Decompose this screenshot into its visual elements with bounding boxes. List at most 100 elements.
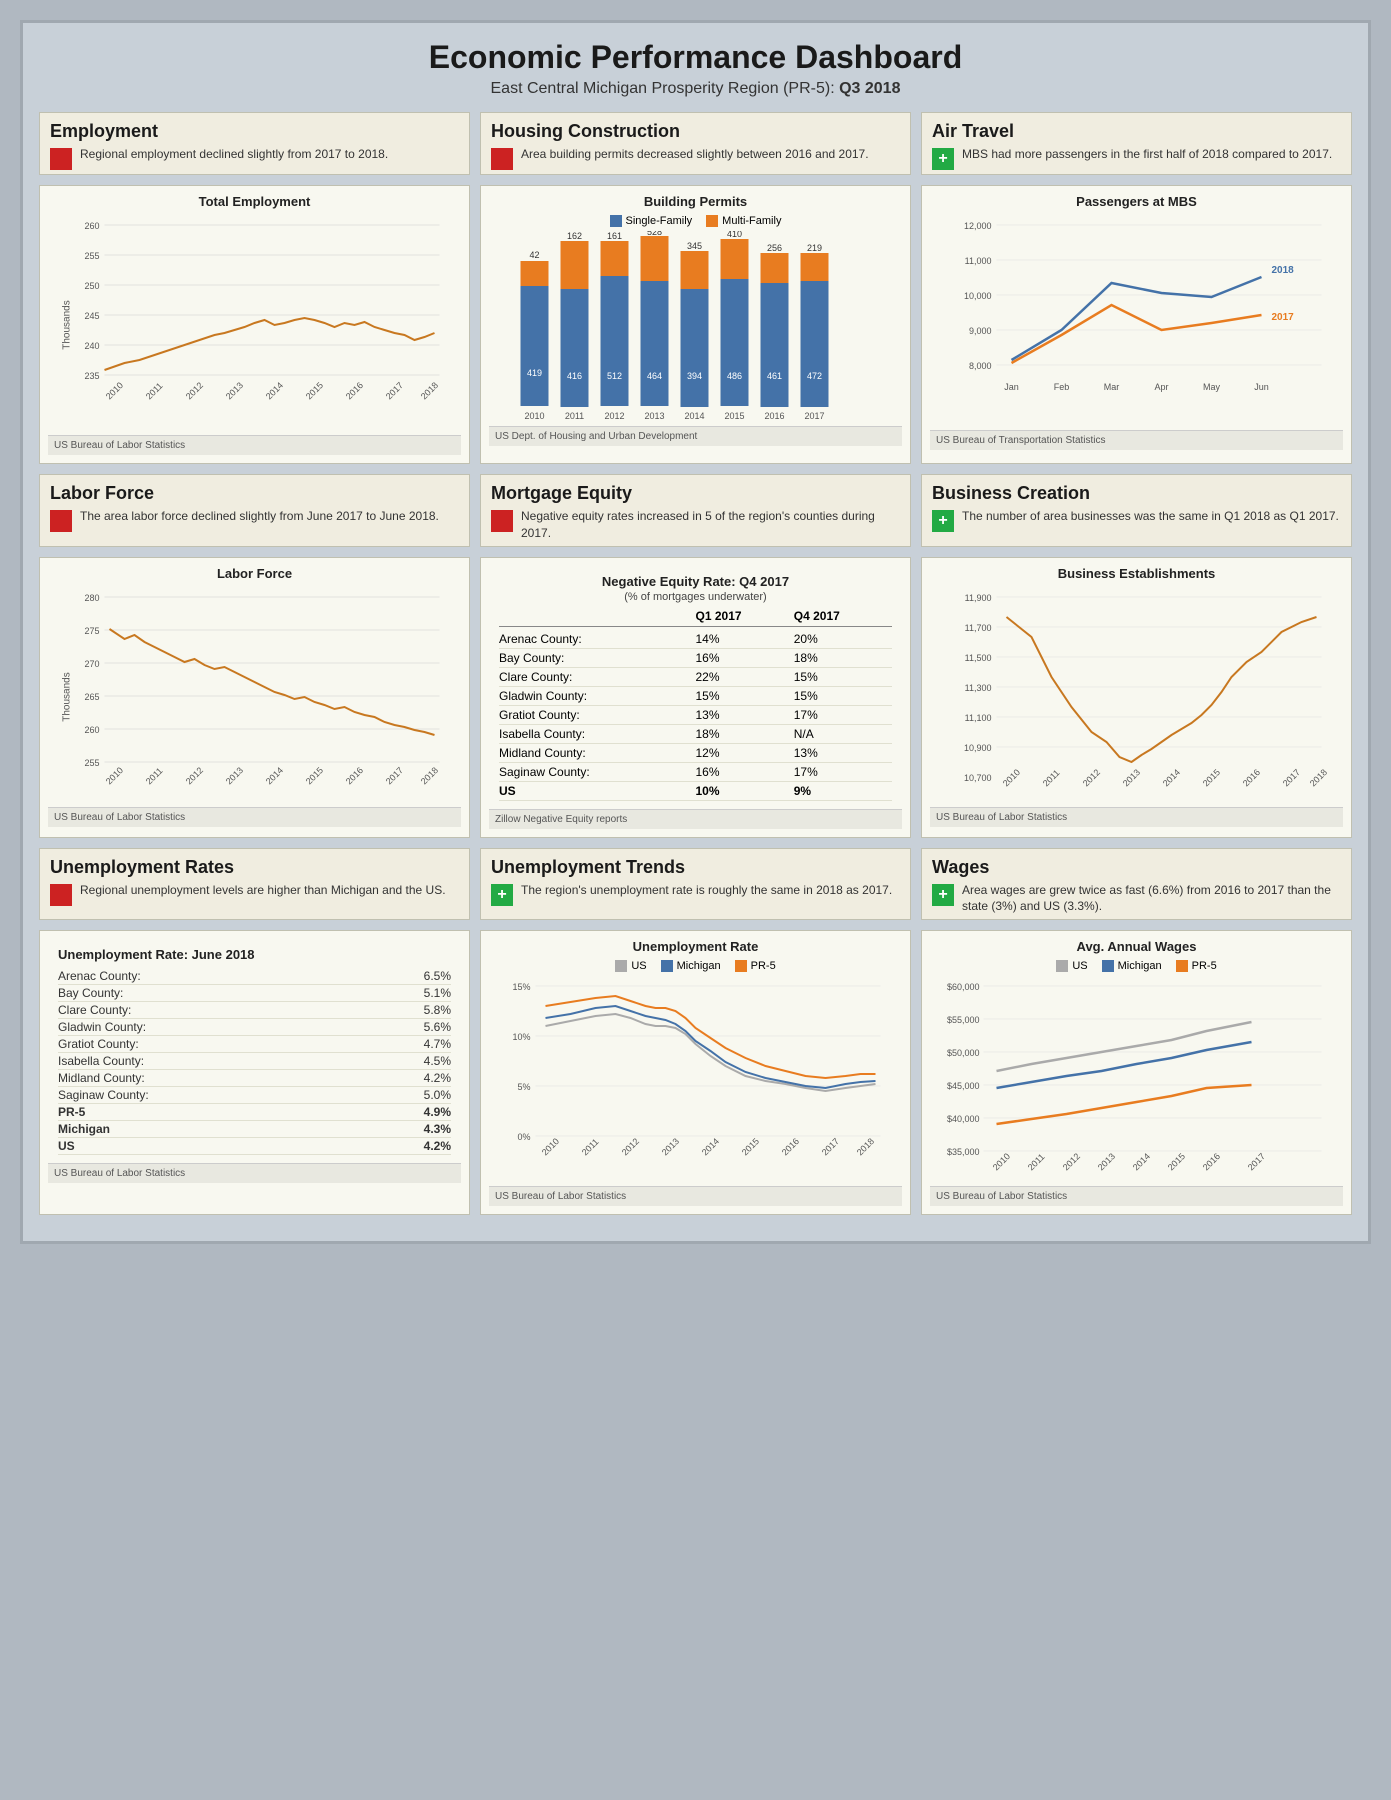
- equity-table-source: Zillow Negative Equity reports: [489, 809, 902, 829]
- wages-desc: Area wages are grew twice as fast (6.6%)…: [962, 882, 1341, 916]
- business-desc: The number of area businesses was the sa…: [962, 508, 1339, 525]
- employment-desc: Regional employment declined slightly fr…: [80, 146, 388, 163]
- svg-text:2011: 2011: [144, 765, 165, 786]
- wages-us-legend: US: [1056, 960, 1087, 972]
- wages-green-indicator: +: [932, 884, 954, 906]
- svg-text:255: 255: [84, 251, 99, 261]
- svg-text:419: 419: [527, 368, 542, 378]
- svg-text:May: May: [1203, 382, 1221, 392]
- employment-indicator-card: Employment Regional employment declined …: [39, 112, 470, 175]
- employment-indicator: Regional employment declined slightly fr…: [50, 146, 459, 170]
- svg-text:2016: 2016: [1201, 1151, 1222, 1172]
- mortgage-title: Mortgage Equity: [491, 483, 900, 504]
- employment-chart-title: Total Employment: [48, 194, 461, 209]
- equity-table: Negative Equity Rate: Q4 2017 (% of mort…: [489, 566, 902, 809]
- unemp-rates-desc: Regional unemployment levels are higher …: [80, 882, 446, 899]
- svg-text:2013: 2013: [224, 765, 245, 786]
- svg-text:Jun: Jun: [1254, 382, 1269, 392]
- svg-text:2010: 2010: [104, 380, 125, 401]
- svg-text:$40,000: $40,000: [947, 1114, 980, 1124]
- unemp-trends-indicator: + The region's unemployment rate is roug…: [491, 882, 900, 906]
- housing-card-header: Housing Construction Area building permi…: [481, 113, 910, 174]
- wages-chart: $60,000 $55,000 $50,000 $45,000 $40,000 …: [930, 976, 1343, 1186]
- business-card-header: Business Creation + The number of area b…: [922, 475, 1351, 536]
- wages-title: Wages: [932, 857, 1341, 878]
- svg-text:2013: 2013: [660, 1136, 681, 1157]
- svg-text:2013: 2013: [644, 411, 664, 421]
- svg-text:2016: 2016: [1241, 767, 1262, 788]
- svg-text:2014: 2014: [264, 765, 285, 786]
- unemp-trends-chart-card: Unemployment Rate US Michigan PR-5 15%: [480, 930, 911, 1215]
- row-1-charts: Total Employment Thousands 260 255 250 2…: [39, 185, 1352, 464]
- svg-text:$35,000: $35,000: [947, 1147, 980, 1157]
- housing-indicator-card: Housing Construction Area building permi…: [480, 112, 911, 175]
- svg-text:2018: 2018: [419, 765, 440, 786]
- business-green-indicator: +: [932, 510, 954, 532]
- wages-indicator-card: Wages + Area wages are grew twice as fas…: [921, 848, 1352, 921]
- dashboard: Economic Performance Dashboard East Cent…: [20, 20, 1371, 1244]
- unemp-row-pr5: PR-54.9%: [58, 1104, 451, 1121]
- svg-text:8,000: 8,000: [969, 361, 992, 371]
- single-family-color: [610, 215, 622, 227]
- air-travel-chart-card: Passengers at MBS 12,000 11,000 10,000 9…: [921, 185, 1352, 464]
- svg-text:Thousands: Thousands: [62, 300, 73, 349]
- svg-text:10,700: 10,700: [964, 773, 992, 783]
- equity-row-clare: Clare County: 22% 15%: [499, 668, 892, 687]
- equity-row-gladwin: Gladwin County: 15% 15%: [499, 687, 892, 706]
- equity-table-subtitle: (% of mortgages underwater): [499, 591, 892, 603]
- svg-text:9,000: 9,000: [969, 326, 992, 336]
- wages-us-color: [1056, 960, 1068, 972]
- housing-chart-card: Building Permits Single-Family Multi-Fam…: [480, 185, 911, 464]
- svg-text:275: 275: [84, 626, 99, 636]
- svg-text:11,500: 11,500: [965, 653, 992, 663]
- svg-text:416: 416: [567, 371, 582, 381]
- svg-text:2017: 2017: [384, 765, 405, 786]
- equity-row-midland: Midland County: 12% 13%: [499, 744, 892, 763]
- us-color: [615, 960, 627, 972]
- housing-desc: Area building permits decreased slightly…: [521, 146, 869, 163]
- air-travel-title: Air Travel: [932, 121, 1341, 142]
- svg-text:280: 280: [84, 593, 99, 603]
- unemp-rates-red-indicator: [50, 884, 72, 906]
- svg-text:219: 219: [807, 243, 822, 253]
- dashboard-subtitle: East Central Michigan Prosperity Region …: [39, 80, 1352, 98]
- svg-text:486: 486: [727, 371, 742, 381]
- air-travel-chart-title: Passengers at MBS: [930, 194, 1343, 209]
- svg-text:Jan: Jan: [1004, 382, 1019, 392]
- unemp-row-michigan: Michigan4.3%: [58, 1121, 451, 1138]
- unemp-rates-chart-card: Unemployment Rate: June 2018 Arenac Coun…: [39, 930, 470, 1215]
- svg-text:2014: 2014: [700, 1136, 721, 1157]
- svg-text:461: 461: [767, 371, 782, 381]
- svg-text:472: 472: [807, 371, 822, 381]
- svg-text:$55,000: $55,000: [947, 1015, 980, 1025]
- employment-title: Employment: [50, 121, 459, 142]
- equity-table-header: Q1 2017 Q4 2017: [499, 609, 892, 627]
- wages-pr5-legend: PR-5: [1176, 960, 1217, 972]
- business-chart-source: US Bureau of Labor Statistics: [930, 807, 1343, 827]
- svg-text:2018: 2018: [1272, 265, 1295, 276]
- housing-chart-source: US Dept. of Housing and Urban Developmen…: [489, 426, 902, 446]
- wages-michigan-legend: Michigan: [1102, 960, 1162, 972]
- labor-force-indicator-card: Labor Force The area labor force decline…: [39, 474, 470, 547]
- business-indicator-card: Business Creation + The number of area b…: [921, 474, 1352, 547]
- building-permits-legend: Single-Family Multi-Family: [489, 215, 902, 227]
- svg-text:260: 260: [84, 725, 99, 735]
- unemp-trends-chart: 15% 10% 5% 0% 2010 2011 2012 2013 201: [489, 976, 902, 1186]
- svg-text:235: 235: [84, 371, 99, 381]
- svg-text:11,900: 11,900: [965, 593, 992, 603]
- svg-text:2013: 2013: [1121, 767, 1142, 788]
- svg-text:512: 512: [607, 371, 622, 381]
- equity-table-card: Negative Equity Rate: Q4 2017 (% of mort…: [480, 557, 911, 838]
- svg-text:2017: 2017: [1281, 767, 1302, 788]
- svg-text:2016: 2016: [344, 765, 365, 786]
- svg-text:10,900: 10,900: [964, 743, 992, 753]
- svg-text:260: 260: [84, 221, 99, 231]
- unemp-trends-card-header: Unemployment Trends + The region's unemp…: [481, 849, 910, 910]
- employment-red-indicator: [50, 148, 72, 170]
- unemp-trends-source: US Bureau of Labor Statistics: [489, 1186, 902, 1206]
- unemp-trends-desc: The region's unemployment rate is roughl…: [521, 882, 892, 899]
- unemp-rates-title: Unemployment Rates: [50, 857, 459, 878]
- svg-text:161: 161: [607, 231, 622, 241]
- unemp-row-gratiot: Gratiot County:4.7%: [58, 1036, 451, 1053]
- air-travel-green-indicator: +: [932, 148, 954, 170]
